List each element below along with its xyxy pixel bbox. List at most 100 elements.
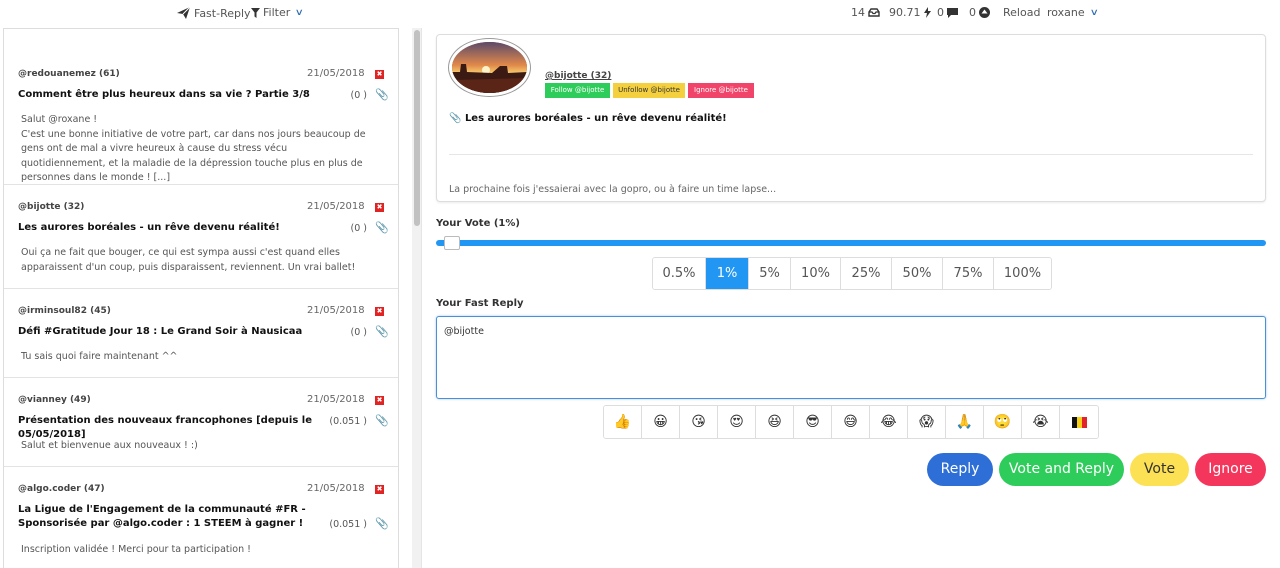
post-title[interactable]: Les aurores boréales - un rêve devenu ré… <box>18 221 328 235</box>
paperclip-icon[interactable]: 📎 <box>375 88 389 101</box>
post-card: @bijotte (32) Follow @bijotte Unfollow @… <box>436 34 1266 202</box>
follow-button[interactable]: Follow @bijotte <box>545 83 610 98</box>
list-item[interactable]: @algo.coder (47) 21/05/2018 ✖ La Ligue d… <box>4 467 398 568</box>
post-payout: (0 ) <box>350 223 367 234</box>
screaming-emoji-button[interactable]: 😱 <box>908 406 946 438</box>
post-payout: (0 ) <box>350 327 367 338</box>
filter-dropdown[interactable]: Filter ∨ <box>251 6 305 19</box>
vote-slider-handle[interactable] <box>444 236 460 250</box>
voting-power: 90.71 <box>889 6 931 19</box>
post-author[interactable]: @vianney (49) <box>18 395 91 405</box>
belgium-flag-icon <box>1071 416 1087 428</box>
post-list-scrollbar[interactable] <box>412 28 422 568</box>
post-title[interactable]: Comment être plus heureux dans sa vie ? … <box>18 88 328 102</box>
remove-icon[interactable]: ✖ <box>375 203 384 212</box>
votes-count: 0 <box>969 6 976 19</box>
fast-reply-label: Fast-Reply <box>194 6 251 20</box>
vote-option-0-5[interactable]: 0.5% <box>653 258 706 289</box>
heart-eyes-emoji-button[interactable]: 😍 <box>718 406 756 438</box>
reply-button[interactable]: Reply <box>927 453 993 486</box>
remove-icon[interactable]: ✖ <box>375 485 384 494</box>
sweat-smile-emoji-button[interactable]: 😅 <box>832 406 870 438</box>
post-excerpt: La prochaine fois j'essaierai avec la go… <box>449 184 777 195</box>
paperclip-icon[interactable]: 📎 <box>375 414 389 427</box>
belgium-flag-button[interactable] <box>1060 406 1098 438</box>
vote-option-50[interactable]: 50% <box>892 258 943 289</box>
vote-option-100[interactable]: 100% <box>994 258 1051 289</box>
inbox-icon <box>868 8 880 17</box>
remove-icon[interactable]: ✖ <box>375 70 384 79</box>
laughing-emoji-button[interactable]: 😆 <box>756 406 794 438</box>
post-title-text: Les aurores boréales - un rêve devenu ré… <box>464 113 727 124</box>
post-payout: (0 ) <box>350 90 367 101</box>
praying-hands-emoji-button[interactable]: 🙏 <box>946 406 984 438</box>
top-bar: Fast-Reply Filter ∨ 14 90.71 0 0 Reload … <box>0 0 1280 26</box>
avatar[interactable] <box>449 39 530 96</box>
post-excerpt: Salut @roxane ! C'est une bonne initiati… <box>21 114 366 183</box>
vote-option-1[interactable]: 1% <box>706 258 749 289</box>
post-author[interactable]: @algo.coder (47) <box>18 484 105 494</box>
reply-textarea[interactable]: @bijotte <box>436 316 1266 399</box>
sunglasses-emoji-button[interactable]: 😎 <box>794 406 832 438</box>
vote-option-75[interactable]: 75% <box>943 258 994 289</box>
post-excerpt: Oui ça ne fait que bouger, ce qui est sy… <box>21 247 356 273</box>
unfollow-button[interactable]: Unfollow @bijotte <box>613 83 685 98</box>
post-title[interactable]: 📎 Les aurores boréales - un rêve devenu … <box>449 113 727 124</box>
list-item[interactable]: @bijotte (32) 21/05/2018 ✖ Les aurores b… <box>4 185 398 289</box>
chevron-down-icon: ∨ <box>294 7 305 18</box>
list-item[interactable]: @irminsoul82 (45) 21/05/2018 ✖ Défi #Gra… <box>4 289 398 378</box>
crying-emoji-button[interactable]: 😭 <box>1022 406 1060 438</box>
post-list: @redouanemez (61) 21/05/2018 ✖ Comment ê… <box>3 28 399 568</box>
grinning-emoji-button[interactable]: 😀 <box>642 406 680 438</box>
sunset-landscape-image <box>452 42 527 93</box>
post-title[interactable]: Présentation des nouveaux francophones [… <box>18 414 338 442</box>
post-date: 21/05/2018 <box>307 483 365 494</box>
user-menu[interactable]: roxane ∨ <box>1047 6 1099 19</box>
vote-option-5[interactable]: 5% <box>749 258 791 289</box>
post-title[interactable]: La Ligue de l'Engagement de la communaut… <box>18 503 338 531</box>
fast-reply-link[interactable]: Fast-Reply <box>176 6 251 20</box>
fast-reply-label: Your Fast Reply <box>436 298 524 309</box>
emoji-picker: 👍 😀 😘 😍 😆 😎 😅 😂 😱 🙏 🙄 😭 <box>603 405 1099 439</box>
vote-button[interactable]: Vote <box>1130 453 1189 486</box>
post-date: 21/05/2018 <box>307 394 365 405</box>
ignore-author-button[interactable]: Ignore @bijotte <box>688 83 754 98</box>
post-author[interactable]: @bijotte (32) <box>18 202 84 212</box>
unread-counter[interactable]: 14 <box>851 6 880 19</box>
remove-icon[interactable]: ✖ <box>375 307 384 316</box>
post-author[interactable]: @redouanemez (61) <box>18 69 120 79</box>
post-payout: (0.051 ) <box>329 519 367 530</box>
votes-counter[interactable]: 0 <box>969 6 990 19</box>
unread-count: 14 <box>851 6 865 19</box>
username: roxane <box>1047 6 1085 19</box>
comments-count: 0 <box>937 6 944 19</box>
paperclip-icon[interactable]: 📎 <box>375 221 389 234</box>
paperclip-icon[interactable]: 📎 <box>375 517 389 530</box>
post-title[interactable]: Défi #Gratitude Jour 18 : Le Grand Soir … <box>18 325 328 339</box>
ignore-button[interactable]: Ignore <box>1195 453 1266 486</box>
post-detail-panel: @bijotte (32) Follow @bijotte Unfollow @… <box>423 28 1280 568</box>
post-author[interactable]: @irminsoul82 (45) <box>18 306 111 316</box>
comments-counter[interactable]: 0 <box>937 6 958 19</box>
eye-roll-emoji-button[interactable]: 🙄 <box>984 406 1022 438</box>
vote-percent-group: 0.5% 1% 5% 10% 25% 50% 75% 100% <box>652 257 1052 290</box>
tears-of-joy-emoji-button[interactable]: 😂 <box>870 406 908 438</box>
vote-and-reply-button[interactable]: Vote and Reply <box>999 453 1124 486</box>
scrollbar-thumb[interactable] <box>414 30 420 226</box>
kiss-emoji-button[interactable]: 😘 <box>680 406 718 438</box>
bolt-icon <box>923 7 931 18</box>
list-item[interactable]: @vianney (49) 21/05/2018 ✖ Présentation … <box>4 378 398 467</box>
vote-option-10[interactable]: 10% <box>791 258 841 289</box>
reload-link[interactable]: Reload <box>1003 6 1040 19</box>
filter-label: Filter <box>263 6 291 19</box>
list-item[interactable]: @redouanemez (61) 21/05/2018 ✖ Comment ê… <box>4 29 398 185</box>
vote-slider[interactable] <box>436 240 1266 246</box>
chevron-down-icon: ∨ <box>1089 7 1099 18</box>
thumbs-up-emoji-button[interactable]: 👍 <box>604 406 642 438</box>
voting-power-value: 90.71 <box>889 6 921 19</box>
paperclip-icon[interactable]: 📎 <box>375 325 389 338</box>
vote-option-25[interactable]: 25% <box>841 258 892 289</box>
upvote-circle-icon <box>979 7 990 18</box>
remove-icon[interactable]: ✖ <box>375 396 384 405</box>
post-author[interactable]: @bijotte (32) <box>545 71 611 81</box>
